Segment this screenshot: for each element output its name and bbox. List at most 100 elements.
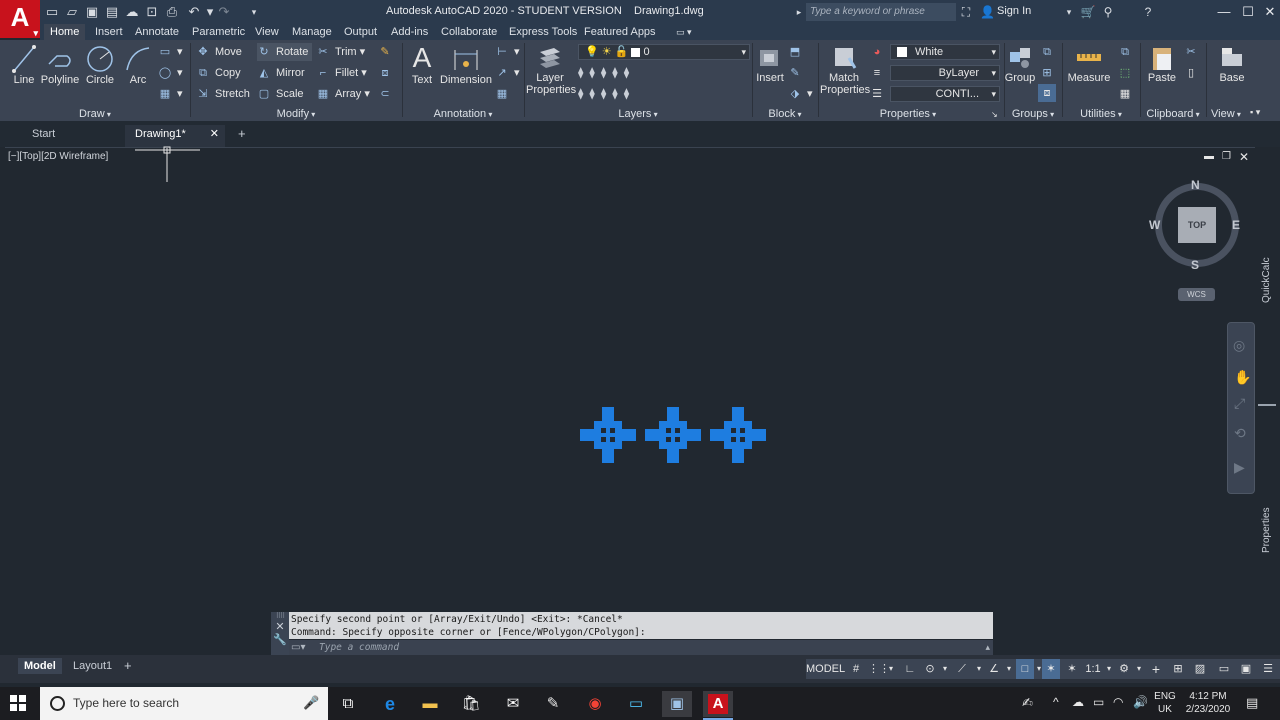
object-snap-icon[interactable]: □	[1016, 659, 1034, 679]
help-icon[interactable]: ?	[1140, 3, 1156, 21]
pen-icon[interactable]: ✍	[1022, 695, 1033, 711]
create-block-icon[interactable]: ⬒	[788, 43, 807, 61]
quickcalc-palette-tab[interactable]: QuickCalc	[1261, 250, 1277, 310]
group-button[interactable]: Group	[1004, 44, 1036, 84]
linetype-dropdown[interactable]: CONTI...	[890, 86, 1000, 102]
selected-object-grip[interactable]	[645, 407, 701, 463]
task-view-icon[interactable]: ⧉	[333, 691, 363, 717]
save-as-icon[interactable]: ▤	[104, 4, 120, 20]
ortho-icon[interactable]: ∟	[902, 659, 918, 679]
orbit-icon[interactable]: ⟲	[1234, 425, 1246, 442]
group-edit-icon[interactable]: ⊞	[1040, 64, 1059, 82]
tab-collaborate[interactable]: Collaborate	[435, 24, 503, 40]
fillet-button[interactable]: ⌐ Fillet ▾	[316, 64, 367, 82]
save-icon[interactable]: ▣	[84, 4, 100, 20]
text-button[interactable]: A Text	[406, 42, 438, 86]
line-button[interactable]: Line	[10, 44, 38, 86]
recent-commands-icon[interactable]: ▭▾	[291, 642, 305, 653]
workspace-dropdown-icon[interactable]: ▾	[1134, 659, 1144, 679]
tab-model[interactable]: Model	[18, 658, 62, 674]
model-space-button[interactable]: MODEL	[806, 659, 845, 679]
web-mobile-icon[interactable]: ⊡	[144, 4, 160, 20]
onedrive-icon[interactable]: ☁	[1072, 695, 1084, 709]
units-icon[interactable]: ⊞	[1170, 659, 1186, 679]
match-properties-button[interactable]: Match Properties	[820, 44, 870, 96]
scale-dropdown-icon[interactable]: ▾	[1104, 659, 1114, 679]
array-button[interactable]: ▦ Array ▾	[316, 85, 370, 103]
tab-featured-apps[interactable]: Featured Apps	[578, 24, 662, 40]
cart-icon[interactable]: 🛒	[1080, 3, 1096, 21]
command-line-handle[interactable]: ⠿⠿ ✕ 🔧	[271, 612, 289, 657]
expand-search-icon[interactable]: ▸	[794, 3, 804, 21]
ribbon-minimize-icon[interactable]: ▭ ▾	[670, 24, 698, 40]
polyline-button[interactable]: Polyline	[40, 44, 80, 86]
hardware-acceleration-icon[interactable]: ▣	[1238, 659, 1254, 679]
quick-properties-icon[interactable]: ▨	[1192, 659, 1208, 679]
zoom-extents-icon[interactable]: ⤢	[1234, 395, 1245, 412]
color-wheel-icon[interactable]: ◕	[870, 43, 889, 61]
calculator-icon[interactable]: ▦	[1118, 85, 1137, 103]
layer-properties-button[interactable]: Layer Properties	[526, 44, 576, 96]
minimize-icon[interactable]: —	[1212, 2, 1236, 22]
workspace-gear-icon[interactable]: ⚙	[1116, 659, 1132, 679]
snap-dropdown-icon[interactable]: ▾	[886, 659, 896, 679]
layer-tools-row-1[interactable]: ⧫⧫⧫⧫⧫	[578, 64, 635, 82]
table-icon[interactable]: ▦	[495, 85, 514, 103]
paste-button[interactable]: Paste	[1144, 44, 1180, 84]
quick-select-icon[interactable]: ⧉	[1118, 43, 1137, 61]
osnap-dropdown-icon[interactable]: ▾	[1004, 659, 1014, 679]
compass-east[interactable]: E	[1232, 218, 1240, 232]
wcs-menu[interactable]: WCS	[1178, 288, 1215, 301]
panel-label-groups[interactable]: Groups	[1004, 107, 1062, 121]
viewcube-top-face[interactable]: TOP	[1178, 207, 1216, 243]
panel-label-utilities[interactable]: Utilities	[1062, 107, 1140, 121]
microphone-icon[interactable]: 🎤	[303, 695, 319, 711]
explode-icon[interactable]: ⧈	[378, 64, 397, 82]
photos-icon[interactable]: ▭	[621, 691, 651, 717]
tab-output[interactable]: Output	[338, 24, 383, 40]
stretch-button[interactable]: ⇲ Stretch	[196, 85, 249, 103]
volume-icon[interactable]: 🔊	[1133, 695, 1148, 709]
taskbar-search-input[interactable]: Type here to search	[40, 687, 328, 720]
showmotion-icon[interactable]: ▶	[1234, 459, 1245, 476]
measure-button[interactable]: Measure	[1064, 44, 1114, 84]
mirror-button[interactable]: ◭ Mirror	[257, 64, 305, 82]
store-icon[interactable]: 🛍	[456, 691, 486, 717]
wifi-icon[interactable]: ◠	[1113, 695, 1123, 709]
close-command-line-icon[interactable]: ✕	[271, 620, 289, 633]
rotate-button[interactable]: ↻ Rotate	[257, 43, 313, 61]
snap-icon[interactable]: ⋮⋮	[868, 659, 890, 679]
block-attributes-icon[interactable]: ⬗ ▾	[788, 85, 813, 103]
cloud-icon[interactable]: ☁	[124, 4, 140, 20]
customize-wrench-icon[interactable]: 🔧	[271, 633, 289, 646]
annotation-monitor-icon[interactable]: +	[1148, 659, 1164, 679]
paint-3d-icon[interactable]: ✎	[538, 691, 568, 717]
compass-north[interactable]: N	[1191, 178, 1200, 192]
battery-icon[interactable]: ▭	[1093, 695, 1104, 709]
plot-icon[interactable]: ⎙	[164, 4, 180, 20]
binoculars-icon[interactable]: ⛶	[958, 3, 974, 21]
open-folder-icon[interactable]: ▱	[64, 4, 80, 20]
isodraft-dropdown-icon[interactable]: ▾	[974, 659, 984, 679]
panel-label-block[interactable]: Block	[752, 107, 818, 121]
chrome-icon[interactable]: ◉	[580, 691, 610, 717]
properties-palette-tab[interactable]: Properties	[1261, 500, 1277, 560]
ungroup-icon[interactable]: ⧉	[1040, 43, 1059, 61]
file-explorer-icon[interactable]: ▬	[415, 691, 445, 717]
tray-overflow-icon[interactable]: ^	[1053, 695, 1059, 709]
close-tab-icon[interactable]: ✕	[210, 125, 219, 143]
pinned-app-icon[interactable]: ▣	[662, 691, 692, 717]
annotation-scale-button[interactable]: 1:1	[1082, 659, 1104, 679]
sign-in-button[interactable]: Sign In	[997, 5, 1031, 17]
group-selection-icon[interactable]: ⧈	[1038, 84, 1056, 102]
annotation-visibility-icon[interactable]: ✶	[1042, 659, 1060, 679]
windows-start-icon[interactable]	[10, 695, 26, 711]
scale-button[interactable]: ▢ Scale	[257, 85, 304, 103]
compass-west[interactable]: W	[1149, 218, 1160, 232]
linear-dimension-icon[interactable]: ⊢ ▾	[495, 43, 519, 61]
pan-icon[interactable]: ✋	[1234, 369, 1251, 386]
leader-icon[interactable]: ↗ ▾	[495, 64, 519, 82]
cut-icon[interactable]: ✂	[1184, 43, 1203, 61]
steering-wheel-icon[interactable]: ◎	[1233, 337, 1245, 354]
connect-icon[interactable]: ⚲	[1100, 3, 1116, 21]
